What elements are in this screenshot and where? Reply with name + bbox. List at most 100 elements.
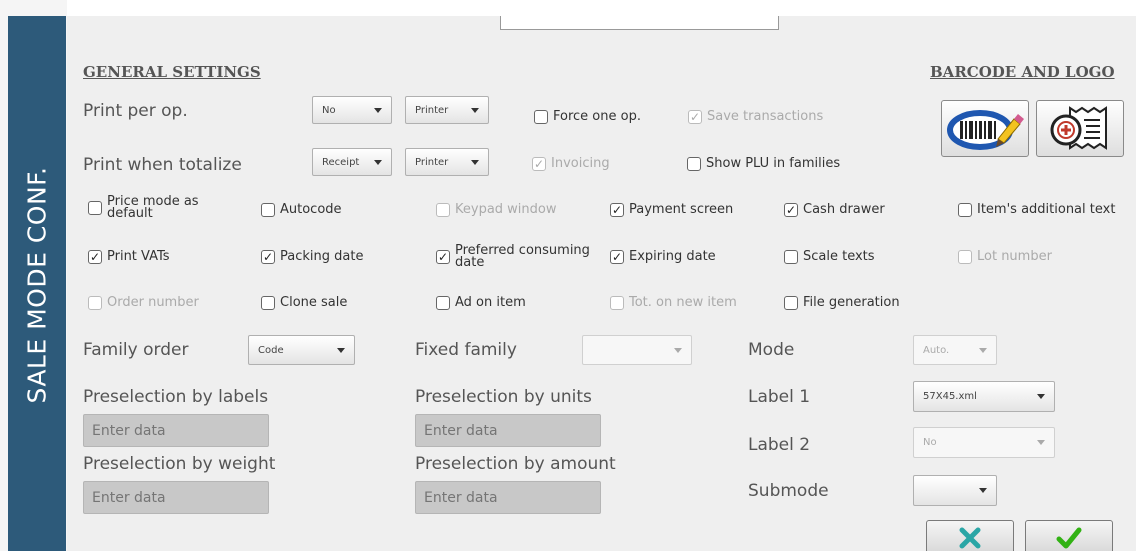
checkbox-box <box>687 156 701 171</box>
packing-date-checkbox[interactable]: ✓ Packing date <box>261 249 363 264</box>
scale-texts-checkbox[interactable]: Scale texts <box>784 249 875 264</box>
checkbox-box <box>958 202 972 217</box>
print-when-totalize-label: Print when totalize <box>83 155 242 175</box>
dropdown-value: Printer <box>415 104 449 116</box>
checkbox-label: Save transactions <box>707 109 824 124</box>
dropdown-value: No <box>322 104 336 116</box>
checkbox-label: Force one op. <box>553 109 641 124</box>
preselection-labels-input[interactable] <box>83 414 269 447</box>
chevron-down-icon <box>674 347 682 353</box>
check-icon: ✓ <box>784 202 798 217</box>
fixed-family-label: Fixed family <box>415 340 517 360</box>
checkbox-label: Expiring date <box>629 249 716 264</box>
checkbox-box <box>610 295 624 310</box>
checkbox-label: Keypad window <box>455 202 557 217</box>
checkbox-box <box>436 295 450 310</box>
checkbox-label: Preferred consuming date <box>455 243 590 270</box>
barcode-icon <box>947 109 1024 150</box>
preferred-consuming-date-checkbox[interactable]: ✓ Preferred consuming date <box>436 243 590 270</box>
label1-dropdown[interactable]: 57X45.xml <box>913 381 1055 412</box>
file-generation-checkbox[interactable]: File generation <box>784 295 900 310</box>
expiring-date-checkbox[interactable]: ✓ Expiring date <box>610 249 716 264</box>
show-plu-checkbox[interactable]: Show PLU in families <box>687 156 840 171</box>
checkbox-label: Scale texts <box>803 249 875 264</box>
checkbox-box <box>958 249 972 264</box>
checkbox-label: Item's additional text <box>977 202 1116 217</box>
checkbox-label: Packing date <box>280 249 364 264</box>
family-order-label: Family order <box>83 340 189 360</box>
ad-on-item-checkbox[interactable]: Ad on item <box>436 295 526 310</box>
submode-dropdown[interactable] <box>913 475 997 506</box>
lot-number-checkbox: Lot number <box>958 249 1052 264</box>
check-icon: ✓ <box>610 249 624 264</box>
check-icon: ✓ <box>688 109 702 124</box>
dropdown-value: Receipt <box>322 156 360 168</box>
check-icon: ✓ <box>88 249 102 264</box>
chevron-down-icon <box>979 347 987 353</box>
autocode-checkbox[interactable]: Autocode <box>261 202 342 217</box>
checkbox-label: Cash drawer <box>803 202 885 217</box>
checkbox-box <box>534 109 548 124</box>
barcode-button[interactable] <box>941 100 1029 157</box>
keypad-window-checkbox: Keypad window <box>436 202 557 217</box>
preselection-weight-input[interactable] <box>83 481 269 514</box>
checkbox-label: Payment screen <box>629 202 734 217</box>
checkbox-label: Invoicing <box>551 156 610 171</box>
dropdown-value: 57X45.xml <box>923 391 977 402</box>
clone-sale-checkbox[interactable]: Clone sale <box>261 295 347 310</box>
fixed-family-dropdown[interactable] <box>582 335 692 365</box>
receipt-icon <box>1050 105 1107 150</box>
preselection-amount-input[interactable] <box>415 481 601 514</box>
items-additional-text-checkbox[interactable]: Item's additional text <box>958 202 1115 217</box>
print-when-totalize-dropdown[interactable]: Receipt <box>312 148 392 176</box>
preselection-units-label: Preselection by units <box>415 387 592 407</box>
chevron-down-icon <box>471 159 479 165</box>
checkbox-label: Price mode as default <box>107 194 199 221</box>
label2-label: Label 2 <box>748 435 811 455</box>
confirm-button[interactable] <box>1025 520 1113 551</box>
dropdown-value: Auto. <box>923 344 950 356</box>
general-settings-title: GENERAL SETTINGS <box>83 63 261 81</box>
check-icon: ✓ <box>261 249 275 264</box>
print-per-op-printer-dropdown[interactable]: Printer <box>405 96 489 124</box>
checkbox-box <box>436 202 450 217</box>
cancel-button[interactable] <box>926 520 1014 551</box>
checkbox-box <box>88 295 102 310</box>
checkbox-label: Clone sale <box>280 295 348 310</box>
invoicing-checkbox: ✓ Invoicing <box>532 156 610 171</box>
check-icon: ✓ <box>532 156 546 171</box>
checkbox-box <box>261 295 275 310</box>
check-icon <box>1056 527 1082 549</box>
chevron-down-icon <box>1037 440 1045 445</box>
checkbox-label: Autocode <box>280 202 342 217</box>
x-icon <box>959 527 981 549</box>
preselection-units-input[interactable] <box>415 414 601 447</box>
chevron-down-icon <box>337 347 345 353</box>
order-number-checkbox: Order number <box>88 295 199 310</box>
label2-dropdown[interactable]: No <box>913 427 1055 458</box>
price-mode-checkbox[interactable]: Price mode as default <box>88 194 199 221</box>
label1-label: Label 1 <box>748 387 811 407</box>
print-vats-checkbox[interactable]: ✓ Print VATs <box>88 249 170 264</box>
logo-button[interactable] <box>1036 100 1124 157</box>
chevron-down-icon <box>471 107 479 113</box>
chevron-down-icon <box>1037 394 1045 399</box>
cash-drawer-checkbox[interactable]: ✓ Cash drawer <box>784 202 885 217</box>
checkbox-box <box>88 201 102 215</box>
checkbox-label: Ad on item <box>455 295 526 310</box>
print-when-totalize-printer-dropdown[interactable]: Printer <box>405 148 489 176</box>
force-one-op-checkbox[interactable]: Force one op. <box>534 109 641 124</box>
mode-label: Mode <box>748 340 795 360</box>
preselection-labels-label: Preselection by labels <box>83 387 269 407</box>
checkbox-label: Show PLU in families <box>706 156 841 171</box>
checkbox-label: Tot. on new item <box>629 295 737 310</box>
mode-dropdown[interactable]: Auto. <box>913 335 997 365</box>
preselection-weight-label: Preselection by weight <box>83 454 276 474</box>
chevron-down-icon <box>979 488 987 493</box>
print-per-op-dropdown[interactable]: No <box>312 96 392 124</box>
dropdown-value: No <box>923 437 937 448</box>
sidebar-title: SALE MODE CONF. <box>22 166 52 404</box>
family-order-dropdown[interactable]: Code <box>248 335 355 365</box>
payment-screen-checkbox[interactable]: ✓ Payment screen <box>610 202 733 217</box>
chevron-down-icon <box>374 159 382 165</box>
